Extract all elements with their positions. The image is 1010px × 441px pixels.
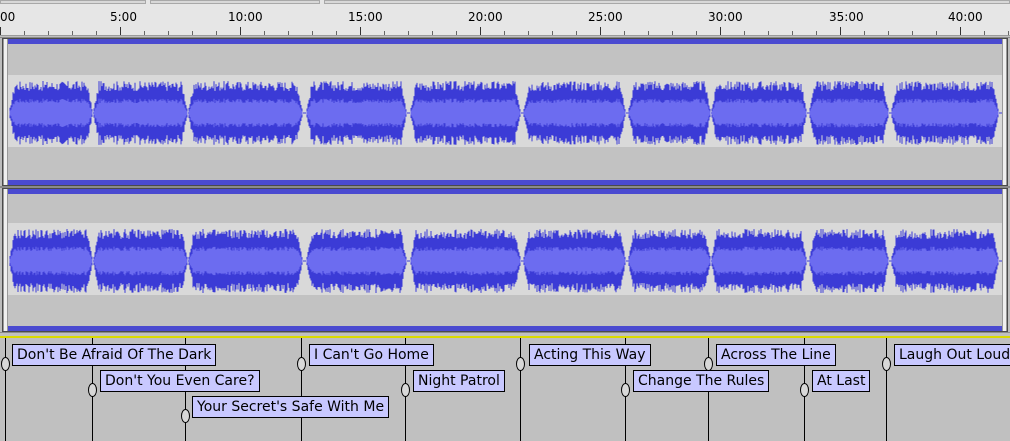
ruler-tick <box>528 31 529 35</box>
ruler-tick <box>456 31 457 35</box>
label-5[interactable]: Night Patrol <box>413 370 505 392</box>
track-bottom-edge <box>3 326 1007 331</box>
ruler-label: 20:00 <box>468 10 503 24</box>
label-handle-8[interactable] <box>704 357 713 371</box>
label-marker-line <box>520 338 521 441</box>
ruler-tick <box>192 31 193 35</box>
ruler-tick <box>24 31 25 35</box>
ruler-tick <box>72 31 73 35</box>
ruler-tick <box>960 27 961 35</box>
ruler-tick <box>744 31 745 35</box>
vertical-scale-right[interactable] <box>1002 189 1007 331</box>
waveform <box>9 229 1002 293</box>
ruler-label: 25:00 <box>588 10 623 24</box>
ruler-label: 10:00 <box>228 10 263 24</box>
label-track[interactable]: Don't Be Afraid Of The Dark Don't You Ev… <box>0 336 1010 441</box>
ruler-tick <box>840 27 841 35</box>
ruler-tick <box>48 31 49 35</box>
label-7[interactable]: Change The Rules <box>633 370 770 392</box>
label-10[interactable]: Laugh Out Loud <box>894 344 1010 366</box>
vertical-scale-right[interactable] <box>1002 39 1007 185</box>
ruler-tick <box>288 31 289 35</box>
ruler-tick <box>240 27 241 35</box>
waveform-panel[interactable] <box>2 188 1008 332</box>
ruler-tick <box>96 31 97 35</box>
ruler-tick <box>912 31 913 35</box>
ruler-tick <box>624 31 625 35</box>
ruler-tick <box>504 31 505 35</box>
ruler-tick <box>336 31 337 35</box>
ruler-tick <box>0 27 1 35</box>
ruler-label: 00 <box>0 10 16 24</box>
ruler-tick <box>696 31 697 35</box>
ruler-tick <box>384 31 385 35</box>
ruler-label: 40:00 <box>948 10 983 24</box>
ruler-label: 15:00 <box>348 10 383 24</box>
label-handle-10[interactable] <box>882 357 891 371</box>
ruler-tick <box>864 31 865 35</box>
ruler-tick <box>576 31 577 35</box>
label-handle-3[interactable] <box>181 409 190 423</box>
label-2[interactable]: Don't You Even Care? <box>100 370 260 392</box>
ruler-tick <box>168 31 169 35</box>
track-bottom-edge <box>3 180 1007 185</box>
ruler-label: 5:00 <box>110 10 137 24</box>
ruler-tick <box>672 31 673 35</box>
ruler-tick <box>312 31 313 35</box>
ruler-tick <box>1008 31 1009 35</box>
ruler-tick <box>480 27 481 35</box>
waveform <box>9 81 1002 145</box>
waveform-panel[interactable] <box>2 38 1008 186</box>
ruler-tick <box>888 31 889 35</box>
ruler-label: 35:00 <box>829 10 864 24</box>
ruler-tick <box>936 31 937 35</box>
ruler-tick <box>600 27 601 35</box>
label-6[interactable]: Acting This Way <box>529 344 651 366</box>
timeline-ruler[interactable]: 00 5:00 10:00 15:00 20:00 25:00 30:00 35… <box>0 0 1010 36</box>
label-handle-1[interactable] <box>1 357 10 371</box>
ruler-tick <box>552 31 553 35</box>
toolbar-strip <box>150 0 320 4</box>
ruler-tick <box>360 27 361 35</box>
label-handle-4[interactable] <box>297 357 306 371</box>
toolbar-strip <box>324 0 1010 4</box>
ruler-tick <box>144 31 145 35</box>
ruler-tick <box>816 31 817 35</box>
ruler-tick <box>984 31 985 35</box>
label-marker-line <box>886 338 887 441</box>
label-4[interactable]: I Can't Go Home <box>309 344 434 366</box>
vertical-scale[interactable] <box>3 39 8 185</box>
ruler-tick <box>792 31 793 35</box>
audio-track-right[interactable] <box>0 187 1010 333</box>
ruler-tick <box>648 31 649 35</box>
label-handle-2[interactable] <box>88 383 97 397</box>
label-1[interactable]: Don't Be Afraid Of The Dark <box>12 344 217 366</box>
ruler-tick <box>264 31 265 35</box>
label-handle-9[interactable] <box>800 383 809 397</box>
label-marker-line <box>5 338 6 441</box>
audio-track-left[interactable] <box>0 37 1010 187</box>
label-8[interactable]: Across The Line <box>716 344 836 366</box>
ruler-label: 30:00 <box>708 10 743 24</box>
ruler-tick <box>120 27 121 35</box>
label-handle-6[interactable] <box>516 357 525 371</box>
ruler-tick <box>432 31 433 35</box>
vertical-scale[interactable] <box>3 189 8 331</box>
label-handle-7[interactable] <box>621 383 630 397</box>
ruler-tick <box>720 27 721 35</box>
label-9[interactable]: At Last <box>812 370 871 392</box>
ruler-tick <box>408 31 409 35</box>
label-handle-5[interactable] <box>401 383 410 397</box>
label-3[interactable]: Your Secret's Safe With Me <box>192 396 390 418</box>
ruler-tick <box>216 31 217 35</box>
toolbar-strip <box>0 0 146 4</box>
ruler-tick <box>768 31 769 35</box>
label-marker-line <box>301 338 302 441</box>
